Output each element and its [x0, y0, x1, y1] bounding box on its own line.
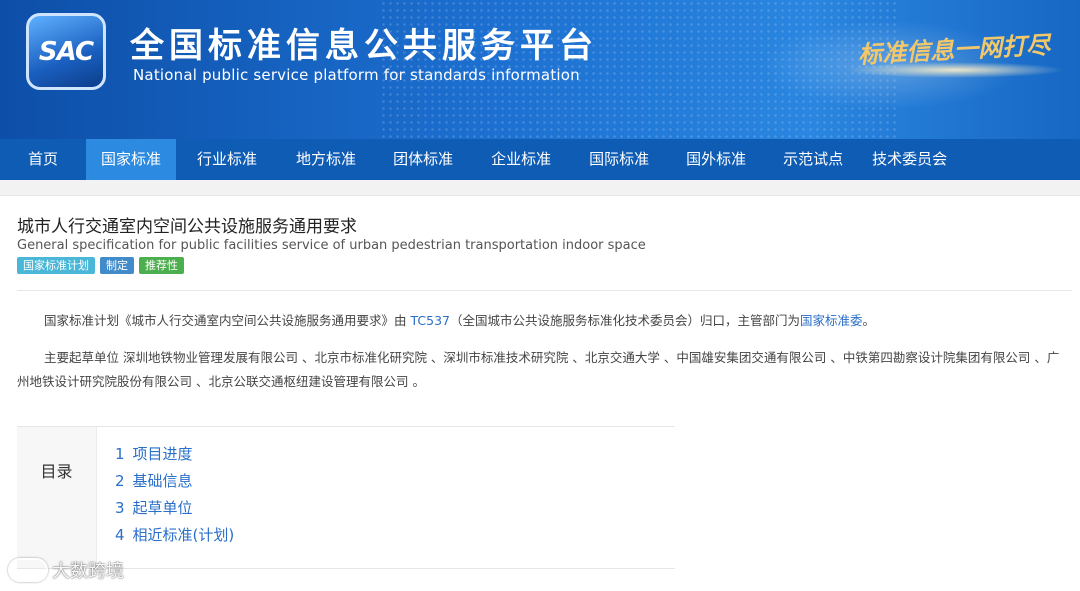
plan-title-cn: 城市人行交通室内空间公共设施服务通用要求 [17, 217, 357, 237]
toc-item-progress[interactable]: 1 项目进度 [115, 444, 234, 471]
nav-item-foreign-standards[interactable]: 国外标准 [668, 139, 764, 180]
logo-text: SAC [38, 36, 94, 67]
toc-item-basic-info[interactable]: 2 基础信息 [115, 471, 234, 498]
toc-label: 目录 [40, 462, 73, 481]
toc-item-drafting-units[interactable]: 3 起草单位 [115, 498, 234, 525]
header-banner: SAC 全国标准信息公共服务平台 National public service… [0, 0, 1080, 139]
nav-item-national-standards[interactable]: 国家标准 [86, 139, 177, 180]
nav-item-local-standards[interactable]: 地方标准 [278, 139, 374, 180]
intro-middle: （全国城市公共设施服务标准化技术委员会）归口，主管部门为 [449, 313, 800, 328]
toc-list: 1 项目进度 2 基础信息 3 起草单位 4 相近标准(计划) [97, 427, 234, 568]
toc-label-box: 目录 [17, 427, 97, 568]
toc-item-number: 2 [115, 472, 125, 490]
watermark-text: 大数跨境 [52, 561, 124, 582]
watermark-icon [8, 558, 48, 582]
toc-item-label: 起草单位 [132, 499, 193, 517]
tag-formulate: 制定 [100, 257, 134, 274]
nav-item-pilot-demos[interactable]: 示范试点 [764, 139, 862, 180]
authority-link[interactable]: 国家标准委 [800, 313, 863, 328]
toc-item-label: 基础信息 [132, 472, 193, 490]
main-nav: 首页 国家标准 行业标准 地方标准 团体标准 企业标准 国际标准 国外标准 示范… [0, 139, 1080, 180]
tag-national-plan: 国家标准计划 [17, 257, 95, 274]
toc-item-number: 3 [115, 499, 125, 517]
intro-suffix: 。 [862, 313, 876, 328]
site-title-cn: 全国标准信息公共服务平台 [130, 26, 598, 66]
nav-gray-strip [0, 180, 1080, 196]
tc-code-link[interactable]: TC537 [410, 313, 450, 328]
nav-item-international-standards[interactable]: 国际标准 [570, 139, 668, 180]
drafters-paragraph: 主要起草单位 深圳地铁物业管理发展有限公司 、北京市标准化研究院 、深圳市标准技… [17, 350, 1060, 389]
nav-item-technical-committees[interactable]: 技术委员会 [862, 139, 957, 180]
toc-item-number: 4 [115, 526, 125, 544]
site-title-en: National public service platform for sta… [133, 66, 580, 84]
table-of-contents: 目录 1 项目进度 2 基础信息 3 起草单位 4 相近标准(计划) [17, 426, 675, 569]
sac-logo[interactable]: SAC [26, 13, 106, 90]
tag-recommended: 推荐性 [139, 257, 184, 274]
intro-prefix: 国家标准计划《城市人行交通室内空间公共设施服务通用要求》由 [44, 313, 411, 328]
toc-item-label: 项目进度 [132, 445, 193, 463]
toc-item-label: 相近标准(计划) [132, 526, 235, 544]
divider [17, 290, 1072, 291]
nav-item-home[interactable]: 首页 [0, 139, 86, 180]
tag-group: 国家标准计划 制定 推荐性 [17, 257, 184, 274]
nav-item-group-standards[interactable]: 团体标准 [374, 139, 472, 180]
watermark: 大数跨境 [8, 557, 124, 583]
toc-item-number: 1 [115, 445, 125, 463]
toc-item-related-standards[interactable]: 4 相近标准(计划) [115, 525, 234, 552]
nav-item-industry-standards[interactable]: 行业标准 [176, 139, 278, 180]
intro-paragraph: 国家标准计划《城市人行交通室内空间公共设施服务通用要求》由 TC537（全国城市… [17, 309, 1067, 333]
plan-title-en: General specification for public facilit… [17, 238, 646, 253]
nav-item-enterprise-standards[interactable]: 企业标准 [472, 139, 570, 180]
